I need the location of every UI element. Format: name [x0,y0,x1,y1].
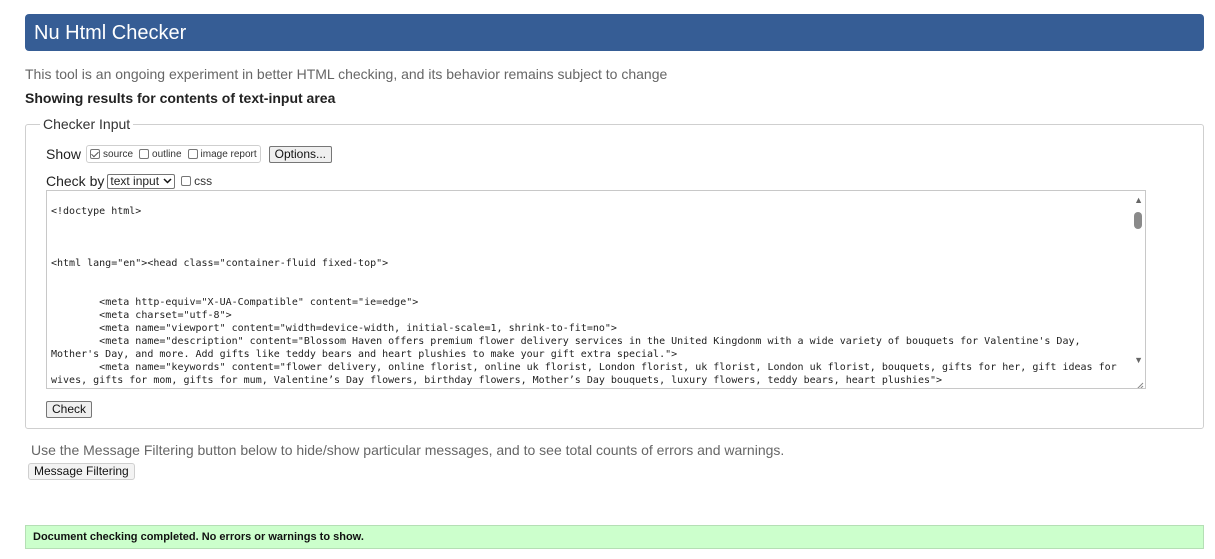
image-report-label: image report [200,148,257,160]
resize-grip-icon[interactable] [1134,377,1144,388]
show-options-row: Show source outline image report Options… [46,145,333,163]
outline-label: outline [152,148,182,160]
results-heading: Showing results for contents of text-inp… [25,90,336,106]
css-checkbox[interactable] [181,176,192,186]
app-title: Nu Html Checker [34,22,187,44]
source-code: <!doctype html> <html lang="en"><head cl… [51,206,1117,386]
source-label: source [103,148,134,160]
show-image-report-option[interactable]: image report [187,148,257,160]
checker-input-fieldset: Checker Input Show source outline image … [25,116,1204,429]
source-textarea[interactable]: <!doctype html> <html lang="en"><head cl… [46,190,1146,389]
tagline: This tool is an ongoing experiment in be… [25,66,668,82]
success-message: Document checking completed. No errors o… [33,531,364,543]
show-source-option[interactable]: source [90,149,133,160]
show-outline-option[interactable]: outline [139,148,182,160]
css-label: css [194,174,213,188]
scroll-up-arrow-icon[interactable]: ▲ [1134,195,1143,205]
check-by-value: text input [110,174,160,188]
check-by-select[interactable]: text input [107,173,176,189]
message-filtering-button[interactable]: Message Filtering [28,463,135,480]
check-button[interactable]: Check [46,401,93,418]
app-header: Nu Html Checker [25,14,1204,51]
success-message-box: Document checking completed. No errors o… [25,525,1204,549]
check-by-label: Check by [46,173,105,189]
options-button[interactable]: Options... [268,145,333,163]
source-checkbox[interactable] [90,149,101,159]
check-by-row: Check by text input css [46,172,212,190]
css-option[interactable]: css [181,174,212,188]
message-filtering-note: Use the Message Filtering button below t… [31,442,785,458]
image-report-checkbox[interactable] [187,149,198,159]
chevron-down-icon [163,176,172,187]
show-options-group: source outline image report [86,145,261,163]
checker-input-legend: Checker Input [40,116,134,132]
show-label: Show [46,146,82,162]
scroll-down-arrow-icon[interactable]: ▼ [1134,355,1143,365]
scrollbar-thumb[interactable] [1134,212,1142,229]
outline-checkbox[interactable] [139,149,150,159]
